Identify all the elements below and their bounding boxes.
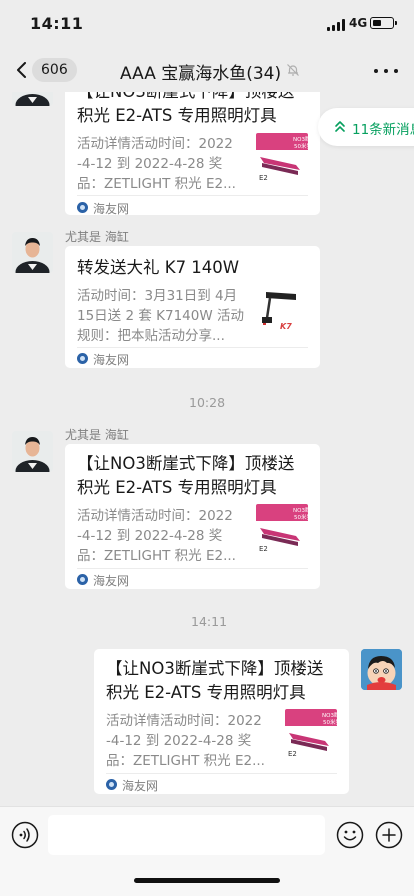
status-time: 14:11: [30, 14, 84, 33]
card-title: 【让NO3断崖式下降】顶楼送: [106, 659, 324, 678]
card-title-line: 积光 E2-ATS 专用照明灯具: [106, 683, 306, 702]
card-source: 海友网: [93, 202, 130, 216]
sender-avatar[interactable]: [12, 92, 53, 106]
svg-text:50米狂赠: 50米狂赠: [294, 142, 308, 150]
timestamp-divider: 14:11: [191, 614, 228, 629]
card-description-line: 品：ZETLIGHT 积光 E2...: [77, 176, 236, 192]
svg-text:NO3断崖式下降: NO3断崖式下降: [293, 506, 308, 514]
card-divider: [77, 568, 308, 569]
back-button[interactable]: 606: [10, 56, 77, 84]
plus-icon[interactable]: [375, 821, 403, 849]
new-messages-label: 11条新消息: [352, 122, 414, 138]
card-thumbnail: K7: [256, 284, 308, 336]
svg-text:NO3断崖式下降: NO3断崖式下降: [322, 711, 337, 719]
sender-name: 尤其是 海缸: [65, 428, 129, 442]
link-card[interactable]: 【让NO3断崖式下降】顶楼送 积光 E2-ATS 专用照明灯具 活动详情活动时间…: [65, 92, 320, 216]
card-source: 海友网: [93, 574, 130, 588]
message-list[interactable]: 【让NO3断崖式下降】顶楼送 积光 E2-ATS 专用照明灯具 活动详情活动时间…: [0, 92, 414, 806]
card-description-line: -4-12 到 2022-4-28 奖: [106, 733, 252, 749]
card-thumbnail: NO3断崖式下降50米狂赠 E2: [256, 504, 308, 556]
new-messages-button[interactable]: 11条新消息: [318, 108, 414, 146]
home-indicator: [134, 878, 280, 883]
voice-input-icon[interactable]: [11, 821, 39, 849]
card-divider: [77, 347, 308, 348]
card-thumbnail: NO3断崖式下降50米狂赠 E2: [256, 133, 308, 185]
message-input[interactable]: [48, 815, 325, 855]
card-thumbnail: NO3断崖式下降50米狂赠 E2: [285, 709, 337, 761]
card-description: 活动详情活动时间：2022: [106, 713, 262, 729]
sender-avatar[interactable]: [12, 232, 53, 273]
mute-bell-icon: [287, 64, 299, 76]
timestamp-divider: 10:28: [189, 395, 226, 410]
status-bar: 14:11 4G: [0, 0, 414, 48]
card-description-line: -4-12 到 2022-4-28 奖: [77, 156, 223, 172]
card-source: 海友网: [93, 353, 130, 367]
source-logo-icon: [106, 779, 117, 790]
source-logo-icon: [77, 202, 88, 213]
chat-header: 606 AAA 宝赢海水鱼(34): [0, 48, 414, 92]
svg-text:E2: E2: [288, 750, 297, 758]
card-source: 海友网: [122, 779, 159, 793]
card-description-line: 品：ZETLIGHT 积光 E2...: [106, 753, 265, 769]
cellular-signal-icon: [327, 19, 345, 31]
svg-text:K7: K7: [280, 322, 292, 331]
double-chevron-up-icon: [335, 121, 345, 132]
svg-text:E2: E2: [259, 545, 268, 553]
chevron-left-icon: [17, 62, 26, 78]
source-logo-icon: [77, 353, 88, 364]
sender-name: 尤其是 海缸: [65, 230, 129, 244]
link-card[interactable]: 转发送大礼 K7 140W 活动时间：3月31日到 4月 15日送 2 套 K7…: [65, 246, 320, 368]
card-description: 活动时间：3月31日到 4月: [77, 288, 238, 304]
card-description-line: 品：ZETLIGHT 积光 E2...: [77, 548, 236, 564]
network-type: 4G: [349, 16, 368, 30]
card-title: 【让NO3断崖式下降】顶楼送: [77, 454, 295, 473]
link-card[interactable]: 【让NO3断崖式下降】顶楼送 积光 E2-ATS 专用照明灯具 活动详情活动时间…: [94, 649, 349, 794]
card-title-line: 积光 E2-ATS 专用照明灯具: [77, 106, 277, 125]
card-title-line: 积光 E2-ATS 专用照明灯具: [77, 478, 277, 497]
card-description: 活动详情活动时间：2022: [77, 136, 233, 152]
svg-text:50米狂赠: 50米狂赠: [294, 513, 308, 521]
battery-icon: [370, 17, 397, 29]
card-description-line: 15日送 2 套 K7140W 活动: [77, 308, 244, 324]
svg-text:50米狂赠: 50米狂赠: [323, 718, 337, 726]
my-avatar[interactable]: [361, 649, 402, 690]
card-description: 活动详情活动时间：2022: [77, 508, 233, 524]
emoji-icon[interactable]: [336, 821, 364, 849]
card-description-line: -4-12 到 2022-4-28 奖: [77, 528, 223, 544]
card-description-line: 规则：把本贴活动分享...: [77, 328, 225, 344]
card-divider: [77, 195, 308, 196]
card-divider: [106, 773, 337, 774]
svg-text:NO3断崖式下降: NO3断崖式下降: [293, 135, 308, 143]
card-title: 转发送大礼 K7 140W: [77, 258, 240, 277]
card-title: 【让NO3断崖式下降】顶楼送: [77, 92, 294, 104]
more-options-button[interactable]: [372, 60, 400, 80]
svg-text:E2: E2: [259, 174, 268, 182]
chat-title: AAA 宝赢海水鱼(34): [120, 64, 282, 84]
sender-avatar[interactable]: [12, 431, 53, 472]
unread-count-badge: 606: [32, 58, 77, 82]
source-logo-icon: [77, 574, 88, 585]
link-card[interactable]: 【让NO3断崖式下降】顶楼送 积光 E2-ATS 专用照明灯具 活动详情活动时间…: [65, 444, 320, 589]
